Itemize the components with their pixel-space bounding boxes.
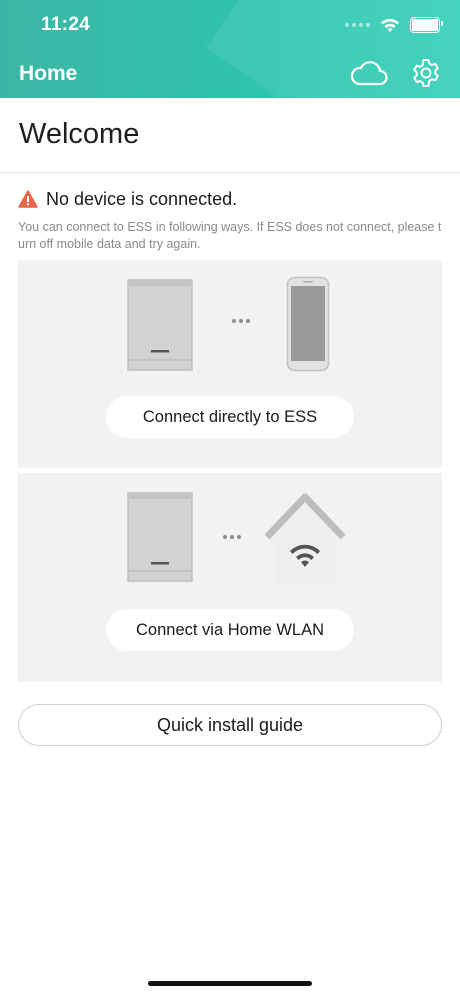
page-title: Home: [19, 62, 78, 85]
divider: [0, 172, 460, 173]
connect-direct-button[interactable]: Connect directly to ESS: [106, 396, 354, 438]
cloud-button[interactable]: [350, 58, 388, 88]
cloud-icon: [350, 61, 388, 86]
battery-icon: [410, 17, 443, 33]
connection-alert: No device is connected.: [18, 187, 237, 211]
ellipsis-icon: [223, 535, 241, 539]
option-card-direct[interactable]: Connect directly to ESS: [18, 260, 442, 468]
quick-install-guide-button[interactable]: Quick install guide: [18, 704, 442, 746]
warning-icon: [18, 190, 38, 208]
wifi-icon: [381, 18, 399, 32]
connect-wlan-button[interactable]: Connect via Home WLAN: [106, 609, 354, 651]
alert-text: No device is connected.: [46, 188, 238, 209]
connection-hint: You can connect to ESS in following ways…: [18, 220, 442, 251]
option-card-wlan[interactable]: Connect via Home WLAN: [18, 473, 442, 682]
welcome-heading: Welcome: [19, 118, 140, 150]
ess-device-icon: [127, 492, 193, 582]
signal-icon: [345, 23, 370, 27]
home-wlan-icon: [264, 493, 346, 583]
home-indicator[interactable]: [148, 981, 312, 986]
ellipsis-icon: [232, 319, 250, 323]
ess-device-icon: [127, 279, 193, 371]
phone-icon: [286, 276, 330, 372]
settings-button[interactable]: [410, 57, 442, 89]
status-icons: [345, 14, 443, 36]
status-time: 11:24: [41, 14, 91, 35]
app-header: 11:24 Home: [0, 0, 460, 98]
gear-icon: [413, 59, 439, 87]
